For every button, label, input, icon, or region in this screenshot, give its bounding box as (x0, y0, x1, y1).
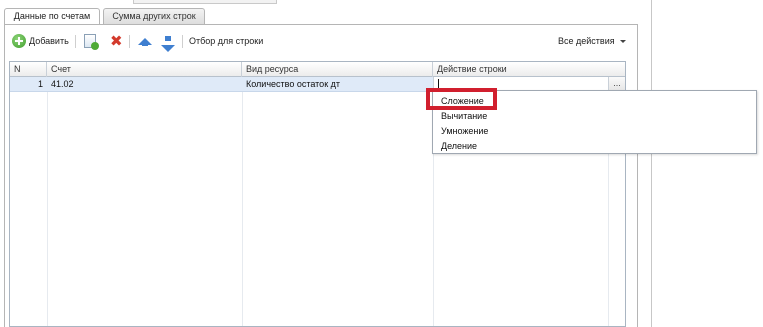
column-header-resource[interactable]: Вид ресурса (242, 62, 433, 77)
row-filter-label: Отбор для строки (189, 36, 264, 46)
copy-add-button[interactable] (84, 27, 99, 55)
column-divider (242, 77, 243, 326)
dropdown-option-division[interactable]: Деление (441, 139, 477, 154)
move-down-button[interactable] (161, 27, 175, 55)
dropdown-option-multiplication[interactable]: Умножение (441, 124, 488, 139)
toolbar: Добавить ✖ Отбор для строки Все действия (4, 27, 634, 55)
all-actions-label: Все действия (558, 36, 615, 46)
top-frame-stub (133, 0, 277, 4)
toolbar-separator (129, 35, 130, 48)
arrow-up-stem (142, 41, 148, 46)
cell-resource[interactable]: Количество остаток дт (246, 77, 340, 92)
delete-button[interactable]: ✖ (110, 27, 123, 55)
dropdown-option-subtraction[interactable]: Вычитание (441, 109, 487, 124)
toolbar-separator (182, 35, 183, 48)
toolbar-separator (75, 35, 76, 48)
row-filter-button[interactable]: Отбор для строки (189, 27, 263, 55)
column-header-account[interactable]: Счет (47, 62, 242, 77)
add-button-label: Добавить (29, 36, 69, 46)
plus-circle-icon (12, 34, 26, 48)
chevron-down-icon (619, 39, 626, 43)
column-divider (47, 77, 48, 326)
column-header-n[interactable]: N (10, 62, 47, 77)
delete-icon: ✖ (110, 33, 123, 50)
cell-account[interactable]: 41.02 (51, 77, 74, 92)
copy-add-icon (84, 34, 99, 50)
row-number: 1 (37, 79, 43, 89)
tab-other-rows-sum[interactable]: Сумма других строк (103, 8, 205, 25)
grid-header: N Счет Вид ресурса Действие строки (10, 62, 625, 77)
arrow-down-icon (161, 44, 175, 52)
move-up-button[interactable] (138, 27, 152, 55)
right-divider (651, 0, 652, 327)
column-header-row-action[interactable]: Действие строки (433, 62, 625, 77)
highlight-frame (426, 88, 497, 110)
all-actions-menu[interactable]: Все действия (558, 27, 626, 55)
add-button[interactable]: Добавить (12, 27, 69, 55)
arrow-down-stem (165, 36, 171, 41)
